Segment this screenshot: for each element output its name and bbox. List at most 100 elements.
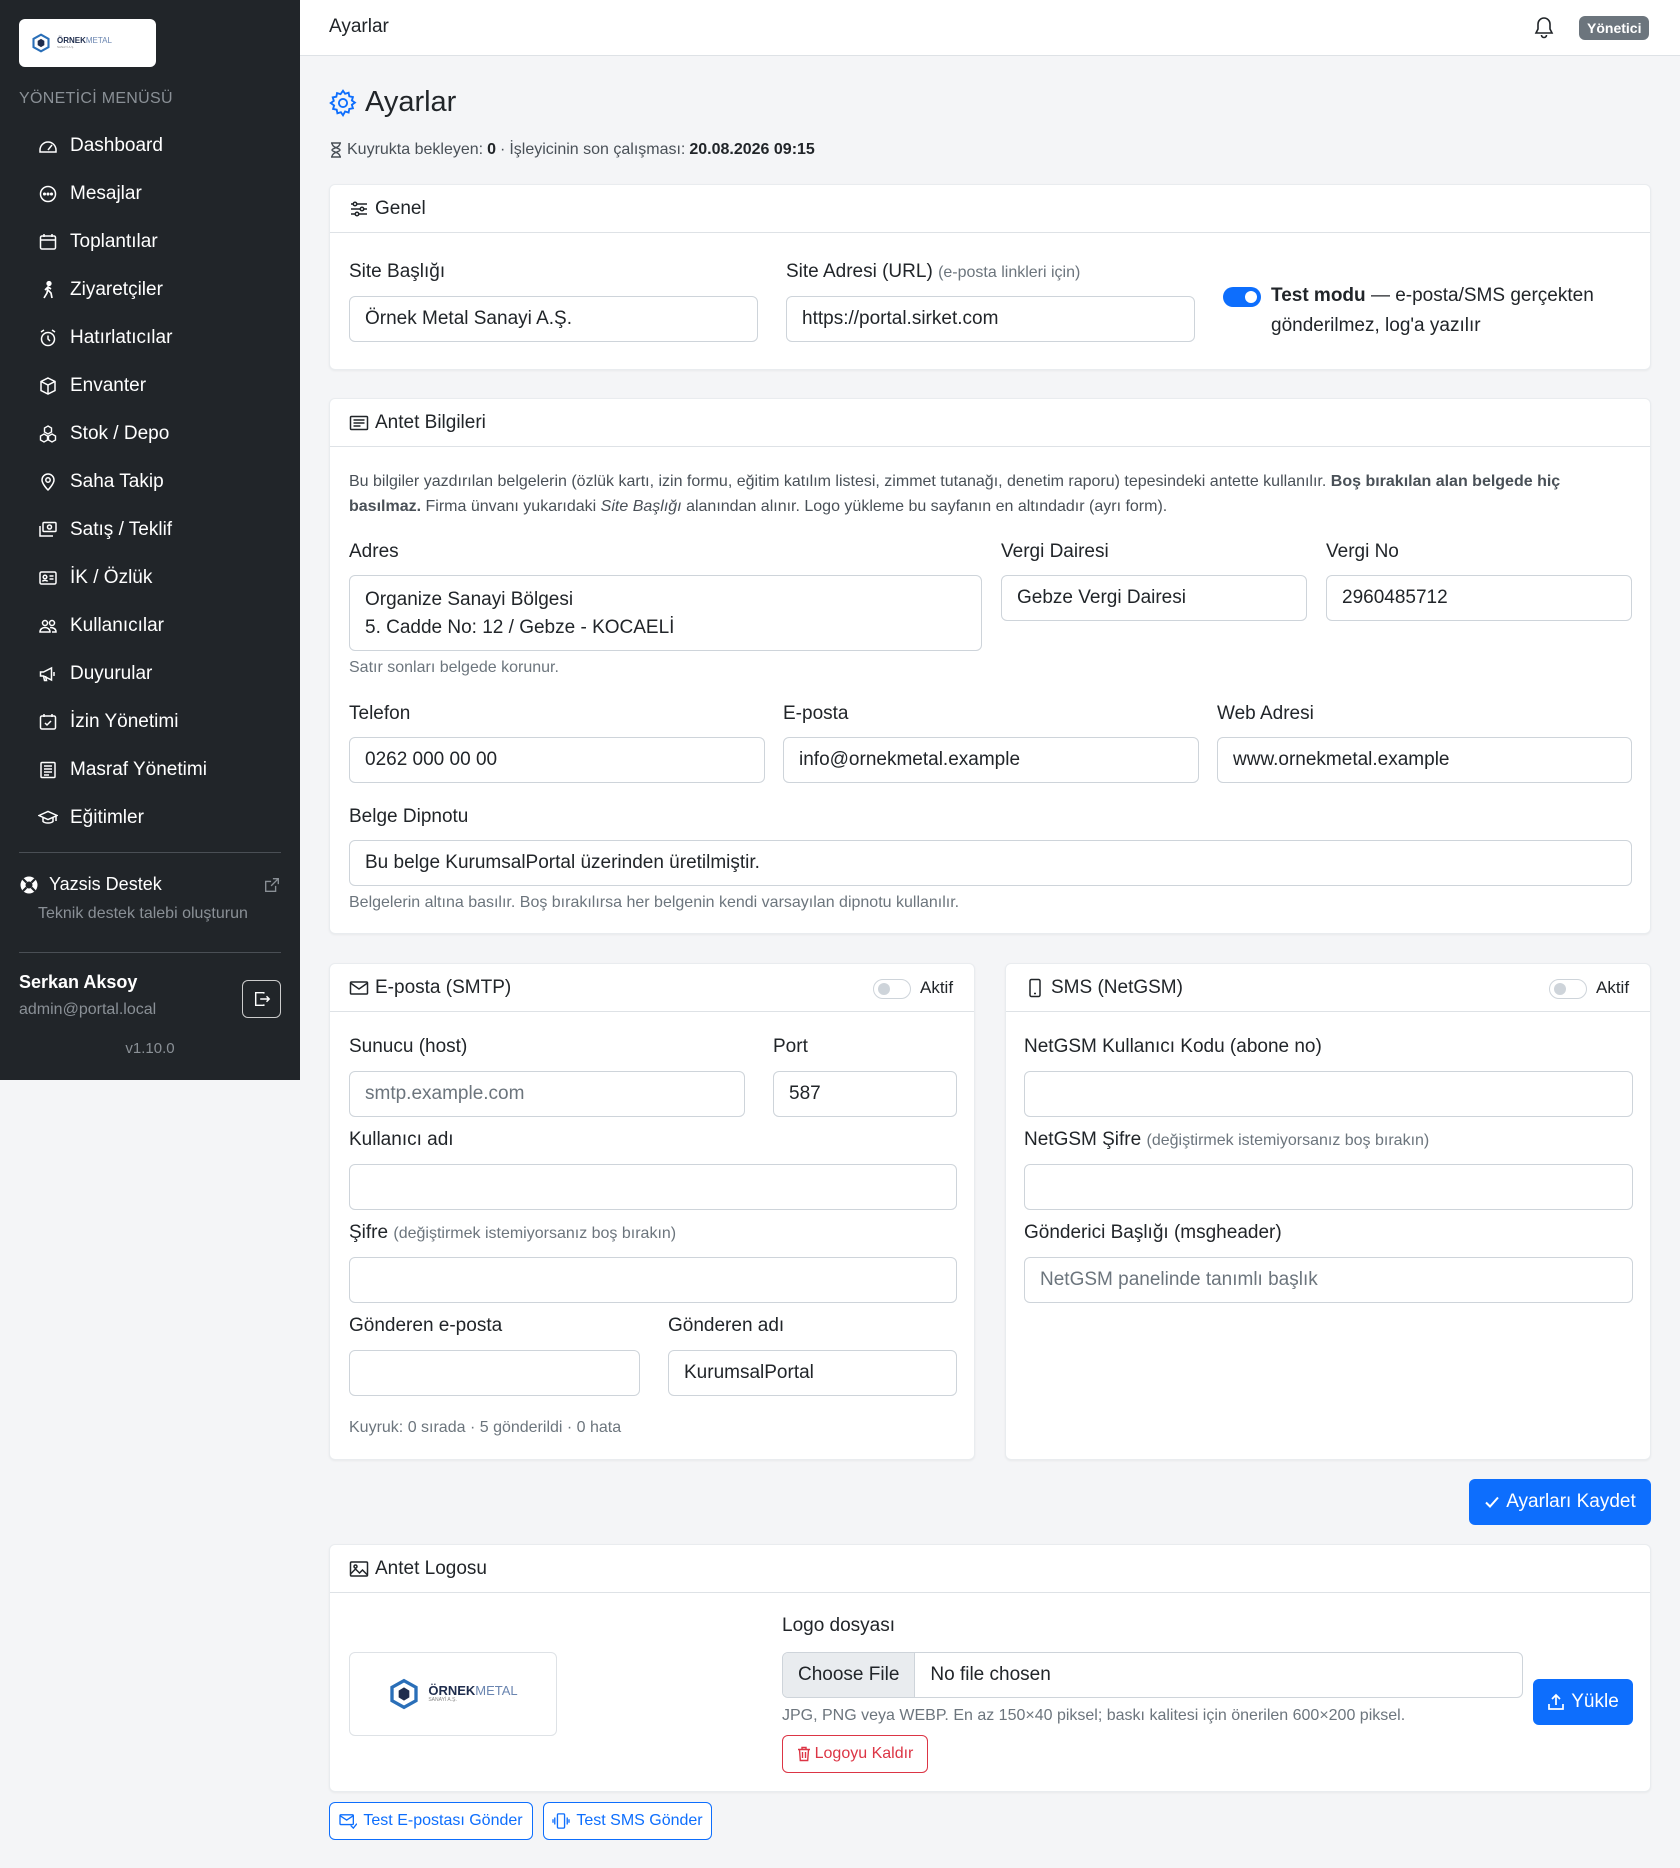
gear-icon [329, 88, 357, 117]
boxes-icon [39, 425, 57, 443]
sms-user-input[interactable] [1024, 1071, 1633, 1117]
address-label: Adres [349, 541, 399, 562]
smtp-port-input[interactable]: 587 [773, 1071, 957, 1117]
app-version: v1.10.0 [125, 1040, 175, 1057]
tax-office-input[interactable]: Gebze Vergi Dairesi [1001, 575, 1307, 621]
sidebar-item-izin-yonetimi[interactable]: İzin Yönetimi [38, 698, 207, 746]
sms-active-switch[interactable] [1549, 979, 1587, 999]
save-settings-button[interactable]: Ayarları Kaydet [1469, 1479, 1651, 1525]
sidebar-item-ziyaretciler[interactable]: Ziyaretçiler [38, 266, 207, 314]
sidebar-item-label: Toplantılar [70, 231, 158, 252]
footer-label: Belge Dipnotu [349, 806, 469, 827]
smtp-from-name-input[interactable]: KurumsalPortal [668, 1350, 957, 1396]
sms-card: SMS (NetGSM) Aktif NetGSM Kullanıcı Kodu… [1005, 963, 1651, 1460]
receipt-icon [40, 761, 56, 779]
bell-icon[interactable] [1533, 16, 1555, 40]
sidebar-item-egitimler[interactable]: Eğitimler [38, 794, 207, 842]
sidebar-menu: Dashboard Mesajlar Toplantılar Ziyaretçi… [38, 122, 207, 842]
logo-file-input[interactable]: Choose File No file chosen [782, 1652, 1523, 1698]
queue-waiting-count: 0 [487, 141, 496, 158]
sidebar-item-label: Masraf Yönetimi [70, 759, 207, 780]
box-icon [40, 377, 56, 395]
sms-header-input[interactable]: NetGSM panelinde tanımlı başlık [1024, 1257, 1633, 1303]
hourglass-icon [331, 142, 341, 158]
sidebar-item-masraf-yonetimi[interactable]: Masraf Yönetimi [38, 746, 207, 794]
smtp-from-email-input[interactable] [349, 1350, 640, 1396]
save-settings-label: Ayarları Kaydet [1506, 1491, 1636, 1512]
calendar-check-icon [39, 714, 57, 730]
tax-no-label: Vergi No [1326, 541, 1399, 562]
smtp-queue-status: Kuyruk: 0 sırada · 5 gönderildi · 0 hata [349, 1419, 622, 1436]
phone-vibrate-icon [552, 1813, 571, 1829]
megaphone-icon [39, 666, 55, 682]
choose-file-button[interactable]: Choose File [783, 1653, 916, 1697]
smtp-port-label: Port [773, 1036, 808, 1057]
smtp-from-name-label: Gönderen adı [668, 1315, 785, 1336]
sidebar-item-duyurular[interactable]: Duyurular [38, 650, 207, 698]
sms-pass-input[interactable] [1024, 1164, 1633, 1210]
test-sms-label: Test SMS Gönder [576, 1812, 703, 1829]
card-text-icon [349, 415, 369, 430]
logout-button[interactable] [242, 980, 281, 1018]
site-url-input[interactable]: https://portal.sirket.com [786, 296, 1195, 342]
test-email-button[interactable]: Test E-postası Gönder [329, 1802, 533, 1840]
company-logo[interactable]: ÖRNEKMETAL SANAYİ A.Ş. [19, 19, 156, 67]
smtp-active-switch[interactable] [873, 979, 911, 999]
sms-pass-label: NetGSM Şifre (değiştirmek istemiyorsanız… [1024, 1129, 1430, 1150]
queue-separator: · [499, 141, 506, 158]
sidebar-item-label: Satış / Teklif [70, 519, 173, 540]
smtp-user-input[interactable] [349, 1164, 957, 1210]
upload-logo-label: Yükle [1571, 1691, 1619, 1712]
sidebar-item-label: Saha Takip [70, 471, 164, 492]
logo-text: ÖRNEKMETAL SANAYİ A.Ş. [57, 35, 112, 49]
sidebar-item-hatirlaticilar[interactable]: Hatırlatıcılar [38, 314, 207, 362]
sidebar-item-stok-depo[interactable]: Stok / Depo [38, 410, 207, 458]
sliders-icon [351, 200, 367, 217]
site-title-input[interactable]: Örnek Metal Sanayi A.Ş. [349, 296, 758, 342]
speedometer-icon [39, 141, 57, 153]
sidebar-item-dashboard[interactable]: Dashboard [38, 122, 207, 170]
trash-icon [797, 1746, 810, 1762]
card-title: Antet Bilgileri [375, 411, 486, 433]
test-sms-button[interactable]: Test SMS Gönder [543, 1802, 712, 1840]
sidebar-item-mesajlar[interactable]: Mesajlar [38, 170, 207, 218]
address-textarea[interactable]: Organize Sanayi Bölgesi 5. Cadde No: 12 … [349, 575, 982, 651]
support-label: Yazsis Destek [49, 874, 162, 894]
site-title-label: Site Başlığı [349, 261, 446, 282]
web-input[interactable]: www.ornekmetal.example [1217, 737, 1632, 783]
id-card-icon [39, 571, 57, 585]
role-badge: Yönetici [1579, 16, 1650, 40]
sidebar-item-ik-ozluk[interactable]: İK / Özlük [38, 554, 207, 602]
support-link[interactable]: Yazsis Destek Teknik destek talebi oluşt… [19, 874, 281, 923]
site-url-label: Site Adresi (URL) (e-posta linkleri için… [786, 261, 1081, 282]
sidebar-item-envanter[interactable]: Envanter [38, 362, 207, 410]
smtp-pass-input[interactable] [349, 1257, 957, 1303]
footer-input[interactable]: Bu belge KurumsalPortal üzerinden üretil… [349, 840, 1632, 886]
remove-logo-label: Logoyu Kaldır [814, 1745, 914, 1762]
smtp-host-input[interactable]: smtp.example.com [349, 1071, 745, 1117]
letterhead-card: Antet Bilgileri Bu bilgiler yazdırılan b… [329, 398, 1651, 934]
test-mode-switch[interactable] [1223, 287, 1261, 307]
phone-input[interactable]: 0262 000 00 00 [349, 737, 765, 783]
remove-logo-button[interactable]: Logoyu Kaldır [782, 1735, 928, 1773]
alarm-icon [40, 329, 56, 347]
sidebar-item-saha-takip[interactable]: Saha Takip [38, 458, 207, 506]
envelope-send-icon [339, 1814, 358, 1829]
sidebar-item-label: İzin Yönetimi [70, 711, 179, 732]
test-mode-label: Test modu — e-posta/SMS gerçekten gönder… [1271, 285, 1594, 336]
upload-icon [1548, 1693, 1565, 1710]
tax-no-input[interactable]: 2960485712 [1326, 575, 1632, 621]
page-title-text: Ayarlar [365, 86, 457, 118]
card-title: Antet Logosu [375, 1557, 487, 1579]
file-name-text: No file chosen [930, 1664, 1051, 1685]
hexagon-logo-icon [32, 33, 50, 53]
people-icon [39, 619, 57, 633]
sidebar-item-satis-teklif[interactable]: Satış / Teklif [38, 506, 207, 554]
phone-label: Telefon [349, 703, 411, 724]
upload-logo-button[interactable]: Yükle [1533, 1679, 1633, 1725]
page-title: Ayarlar [329, 86, 456, 119]
sidebar-item-toplantilar[interactable]: Toplantılar [38, 218, 207, 266]
card-header: Antet Bilgileri [330, 399, 1650, 447]
email-input[interactable]: info@ornekmetal.example [783, 737, 1199, 783]
sidebar-item-kullanicilar[interactable]: Kullanıcılar [38, 602, 207, 650]
